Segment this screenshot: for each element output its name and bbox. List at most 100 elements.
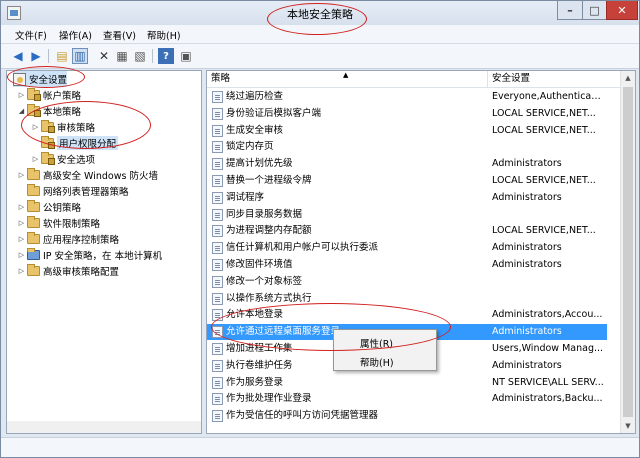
table-row[interactable]: 作为批处理作业登录 Administrators,Backu...	[207, 391, 607, 407]
column-header-label: 策略	[211, 73, 231, 84]
table-row[interactable]: 身份验证后模拟客户端 LOCAL SERVICE,NET...	[207, 106, 607, 122]
tree-item-firewall[interactable]: ▷ 高级安全 Windows 防火墙	[17, 167, 158, 183]
policy-name: 替换一个进程级令牌	[226, 175, 312, 186]
policy-setting: LOCAL SERVICE,NET...	[492, 124, 596, 136]
folder-icon	[27, 216, 40, 228]
table-row[interactable]: 作为服务登录 NT SERVICE\ALL SERV...	[207, 375, 607, 391]
forward-icon[interactable]: ▶	[28, 48, 44, 64]
expand-icon[interactable]: ▷	[17, 231, 26, 247]
tree-item-label: 帐户策略	[43, 91, 82, 102]
scroll-up-icon[interactable]: ▲	[621, 71, 635, 85]
policy-icon	[212, 141, 223, 154]
tree-item-network-list[interactable]: 网络列表管理器策略	[17, 183, 129, 199]
policy-name: 身份验证后模拟客户端	[226, 107, 322, 119]
policy-icon	[212, 410, 223, 423]
policy-icon	[212, 91, 223, 103]
policy-name: 作为批处理作业登录	[226, 393, 312, 405]
policy-name: 生成安全审核	[226, 124, 284, 136]
maximize-button[interactable]: □	[582, 1, 607, 20]
table-row[interactable]: 绕过遍历检查 Everyone,Authenticate...	[207, 89, 607, 105]
context-menu-help[interactable]: 帮助(H)	[360, 355, 394, 369]
tree-item-security-options[interactable]: ▷ 安全选项	[31, 151, 95, 167]
policy-setting: Administrators	[492, 359, 562, 371]
vertical-scrollbar[interactable]: ▲ ▼	[620, 71, 635, 433]
column-header-setting[interactable]: 安全设置	[488, 71, 622, 88]
menu-help[interactable]: 帮助(H)	[147, 28, 181, 42]
table-row[interactable]: 修改固件环境值 Administrators	[207, 257, 607, 273]
up-folder-icon[interactable]: ▤	[54, 48, 70, 64]
console-icon[interactable]: ▣	[178, 48, 194, 64]
close-button[interactable]: ✕	[606, 1, 638, 20]
policy-name: 提高计划优先级	[226, 158, 293, 170]
menu-view[interactable]: 查看(V)	[103, 28, 136, 42]
help-icon[interactable]: ?	[158, 48, 174, 64]
policy-setting: LOCAL SERVICE,NET...	[492, 107, 596, 119]
folder-icon	[27, 264, 40, 276]
expand-icon[interactable]: ▷	[17, 263, 26, 279]
annotation-circle	[211, 303, 451, 351]
tree-item-label: 应用程序控制策略	[43, 235, 120, 246]
table-row[interactable]: 提高计划优先级 Administrators	[207, 156, 607, 172]
policy-icon	[212, 259, 223, 271]
table-row[interactable]: 同步目录服务数据	[207, 207, 607, 223]
annotation-circle	[267, 3, 367, 35]
delete-icon[interactable]: ✕	[96, 48, 112, 64]
policy-icon	[212, 376, 223, 389]
policy-setting: LOCAL SERVICE,NET...	[492, 225, 596, 237]
tree-item-label: 高级审核策略配置	[43, 267, 120, 278]
table-row[interactable]: 调试程序 Administrators	[207, 190, 607, 206]
show-tree-icon[interactable]: ▥	[72, 48, 88, 64]
toolbar-separator	[152, 49, 153, 63]
policy-icon	[212, 292, 223, 305]
policy-setting: NT SERVICE\ALL SERV...	[492, 376, 604, 388]
expand-icon[interactable]: ▷	[17, 199, 26, 215]
scroll-down-icon[interactable]: ▼	[621, 419, 635, 433]
scroll-thumb[interactable]	[623, 87, 633, 417]
tree-item-ip-security[interactable]: ▷ IP 安全策略，在 本地计算机	[17, 247, 162, 263]
policy-name: 绕过遍历检查	[226, 91, 284, 102]
table-row[interactable]: 修改一个对象标签	[207, 274, 607, 290]
tree-item-app-control[interactable]: ▷ 应用程序控制策略	[17, 231, 119, 247]
table-row[interactable]: 锁定内存页	[207, 139, 607, 155]
tree-item-software-restriction[interactable]: ▷ 软件限制策略	[17, 215, 100, 231]
policy-name: 锁定内存页	[226, 141, 274, 153]
tree-item-public-key[interactable]: ▷ 公钥策略	[17, 199, 81, 215]
menu-file[interactable]: 文件(F)	[15, 28, 47, 42]
sort-arrow-icon: ▲	[343, 71, 349, 79]
expand-icon[interactable]: ▷	[17, 167, 26, 183]
expand-icon[interactable]: ▷	[17, 215, 26, 231]
tree-item-label: 网络列表管理器策略	[43, 187, 129, 198]
properties-icon[interactable]: ▦	[114, 48, 130, 64]
expand-icon[interactable]: ▷	[17, 247, 26, 263]
window: 本地安全策略 – □ ✕ 文件(F) 操作(A) 查看(V) 帮助(H) ◀ ▶…	[0, 0, 640, 458]
tree-item-advanced-audit[interactable]: ▷ 高级审核策略配置	[17, 263, 119, 279]
policy-list-pane: 策略 ▲ 安全设置 绕过遍历检查 Everyone,Authenticate...…	[206, 70, 636, 434]
ip-security-icon	[27, 248, 40, 260]
policy-name: 作为受信任的呼叫方访问凭据管理器	[226, 410, 379, 422]
table-row[interactable]: 以操作系统方式执行	[207, 291, 607, 307]
policy-setting: Administrators	[492, 158, 562, 170]
table-row[interactable]: 为进程调整内存配额 LOCAL SERVICE,NET...	[207, 223, 607, 239]
folder-icon	[27, 200, 40, 212]
policy-setting: Administrators,Backu...	[492, 393, 603, 405]
table-row[interactable]: 作为受信任的呼叫方访问凭据管理器	[207, 408, 607, 424]
column-header-policy[interactable]: 策略 ▲	[207, 71, 488, 88]
policy-name: 同步目录服务数据	[226, 208, 303, 220]
export-icon[interactable]: ▧	[132, 48, 148, 64]
folder-icon	[27, 232, 40, 244]
policy-setting: Administrators	[492, 259, 562, 270]
expand-icon[interactable]: ▷	[31, 151, 40, 167]
horizontal-scrollbar[interactable]	[7, 421, 201, 433]
tree-item-label: IP 安全策略，在 本地计算机	[43, 251, 163, 262]
expand-icon[interactable]: ▷	[17, 87, 26, 103]
table-row[interactable]: 生成安全审核 LOCAL SERVICE,NET...	[207, 123, 607, 139]
menu-action[interactable]: 操作(A)	[59, 28, 92, 42]
minimize-button[interactable]: –	[557, 1, 583, 20]
table-row[interactable]: 信任计算机和用户帐户可以执行委派 Administrators	[207, 240, 607, 256]
annotation-circle	[7, 66, 85, 88]
policy-name: 作为服务登录	[226, 376, 284, 388]
toolbar-separator	[48, 49, 49, 63]
policy-folder-icon	[27, 88, 41, 101]
back-icon[interactable]: ◀	[10, 48, 26, 64]
table-row[interactable]: 替换一个进程级令牌 LOCAL SERVICE,NET...	[207, 173, 607, 189]
